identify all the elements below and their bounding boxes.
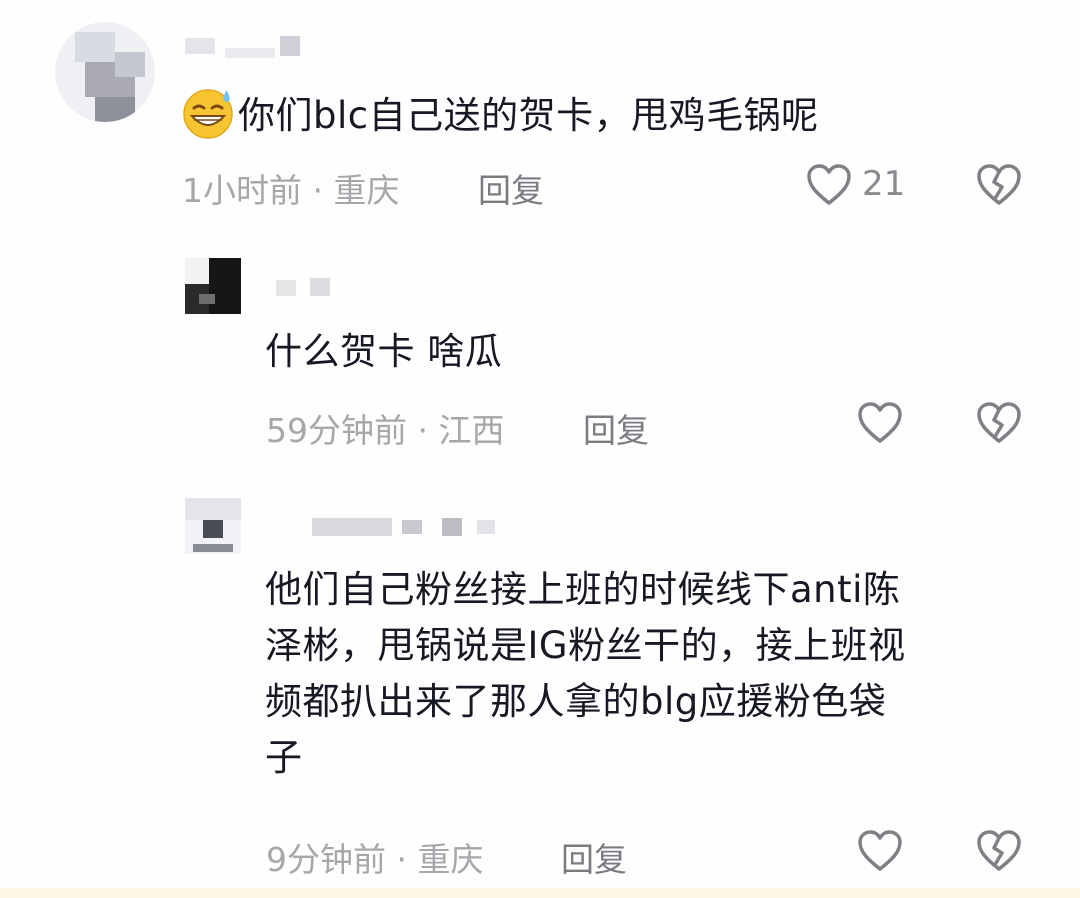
broken-heart-icon — [977, 164, 1021, 205]
like-button[interactable] — [805, 162, 853, 208]
dislike-button[interactable] — [975, 162, 1023, 208]
reply-button[interactable]: 回复 — [478, 164, 544, 212]
dislike-button[interactable] — [975, 828, 1023, 874]
username-blurred[interactable] — [276, 278, 336, 298]
comment-body: 你们blc自己送的贺卡，甩鸡毛锅呢 — [238, 94, 819, 137]
broken-heart-icon — [977, 402, 1021, 443]
comment-text: 他们自己粉丝接上班的时候线下anti陈 泽彬，甩锅说是IG粉丝干的，接上班视 频… — [265, 562, 906, 786]
avatar[interactable] — [185, 258, 241, 314]
like-count: 21 — [862, 164, 906, 204]
reply-button[interactable]: 回复 — [561, 833, 627, 881]
heart-outline-icon — [807, 164, 851, 205]
dislike-button[interactable] — [975, 400, 1023, 446]
heart-outline-icon — [858, 402, 902, 443]
bottom-strip — [0, 888, 1080, 898]
username-blurred[interactable] — [185, 34, 305, 60]
avatar[interactable] — [55, 22, 155, 122]
heart-outline-icon — [858, 830, 902, 871]
broken-heart-icon — [977, 830, 1021, 871]
comment-2: 什么贺卡 啥瓜 59分钟前 · 江西 回复 — [0, 240, 1080, 460]
comment-text: 你们blc自己送的贺卡，甩鸡毛锅呢 — [180, 84, 819, 144]
comment-3: 他们自己粉丝接上班的时候线下anti陈 泽彬，甩锅说是IG粉丝干的，接上班视 频… — [0, 480, 1080, 890]
comment-line-2: 泽彬，甩锅说是IG粉丝干的，接上班视 — [265, 624, 906, 667]
username-blurred[interactable] — [312, 514, 502, 538]
comment-meta: 1小时前 · 重庆 — [182, 171, 400, 210]
sweat-grin-emoji — [183, 89, 233, 139]
comment-line-4: 子 — [265, 736, 303, 779]
comment-line-1: 他们自己粉丝接上班的时候线下anti陈 — [265, 568, 901, 611]
comment-meta: 59分钟前 · 江西 — [266, 411, 505, 450]
avatar[interactable] — [185, 498, 241, 554]
comment-1: 你们blc自己送的贺卡，甩鸡毛锅呢 1小时前 · 重庆 回复 21 — [0, 0, 1080, 230]
like-button[interactable] — [856, 400, 904, 446]
reply-button[interactable]: 回复 — [583, 404, 649, 452]
comment-meta: 9分钟前 · 重庆 — [266, 840, 484, 879]
comment-text: 什么贺卡 啥瓜 — [265, 330, 503, 373]
comment-line-3: 频都扒出来了那人拿的blg应援粉色袋 — [265, 680, 887, 723]
like-button[interactable] — [856, 828, 904, 874]
